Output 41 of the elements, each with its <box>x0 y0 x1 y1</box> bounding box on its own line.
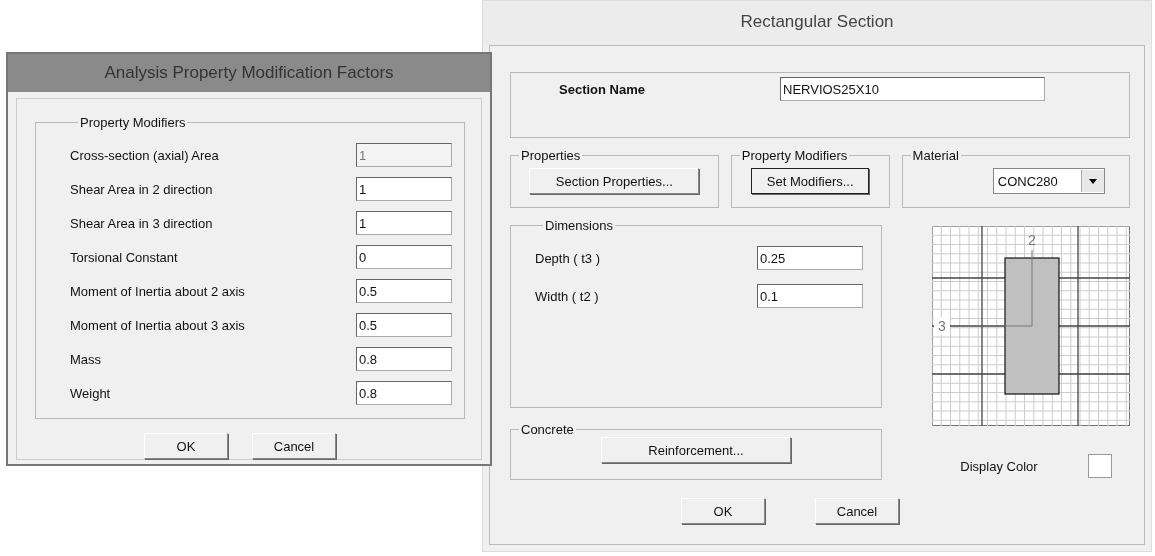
field-label: Shear Area in 3 direction <box>70 215 214 231</box>
modifier-field[interactable]: 0.5 <box>356 313 452 337</box>
modifier-field[interactable]: 0.8 <box>356 347 452 371</box>
ok-button[interactable]: OK <box>681 498 765 524</box>
group-title: Dimensions <box>544 218 614 233</box>
field-label: Section Name <box>559 81 646 97</box>
group-title: Property Modifiers <box>79 115 187 130</box>
section-preview-drawing: 2 3 <box>932 226 1130 426</box>
field-label: Weight <box>70 385 112 401</box>
section-properties-button[interactable]: Section Properties... <box>529 168 700 194</box>
group-title: Material <box>911 148 960 163</box>
window-title: Rectangular Section <box>483 1 1151 45</box>
field-label: Torsional Constant <box>70 249 179 265</box>
dropdown-arrow-icon <box>1088 178 1097 184</box>
field-label: Shear Area in 2 direction <box>70 181 214 197</box>
field-label: Cross-section (axial) Area <box>70 147 220 163</box>
cancel-button[interactable]: Cancel <box>252 433 336 459</box>
cancel-button[interactable]: Cancel <box>815 498 899 524</box>
modifier-field[interactable]: 1 <box>356 177 452 201</box>
group-title: Property Modifiers <box>740 148 849 163</box>
material-dropdown[interactable]: CONC280 <box>992 168 1105 194</box>
modifier-field[interactable]: 0 <box>356 245 452 269</box>
field-label: Width ( t2 ) <box>535 288 600 304</box>
field-label: Depth ( t3 ) <box>535 250 602 266</box>
field-label: Moment of Inertia about 2 axis <box>70 283 246 299</box>
modifier-field[interactable]: 0.5 <box>356 279 452 303</box>
color-swatch[interactable] <box>1087 454 1112 478</box>
window-title: Analysis Property Modification Factors <box>8 54 490 92</box>
field-label: Display Color <box>960 458 1038 474</box>
ok-button[interactable]: OK <box>144 433 228 459</box>
field-label: Moment of Inertia about 3 axis <box>70 317 246 333</box>
group-title: Concrete <box>520 422 575 437</box>
section-name-field[interactable]: NERVIOS25X10 <box>780 77 1045 101</box>
group-title: Properties <box>520 148 582 163</box>
reinforcement-button[interactable]: Reinforcement... <box>601 437 791 463</box>
dimension-field[interactable]: 0.25 <box>757 246 863 270</box>
modifier-field[interactable]: 0.8 <box>356 381 452 405</box>
field-label: Mass <box>70 351 103 367</box>
modifier-field[interactable]: 1 <box>356 211 452 235</box>
dimension-field[interactable]: 0.1 <box>757 284 863 308</box>
set-modifiers-button[interactable]: Set Modifiers... <box>751 168 870 194</box>
